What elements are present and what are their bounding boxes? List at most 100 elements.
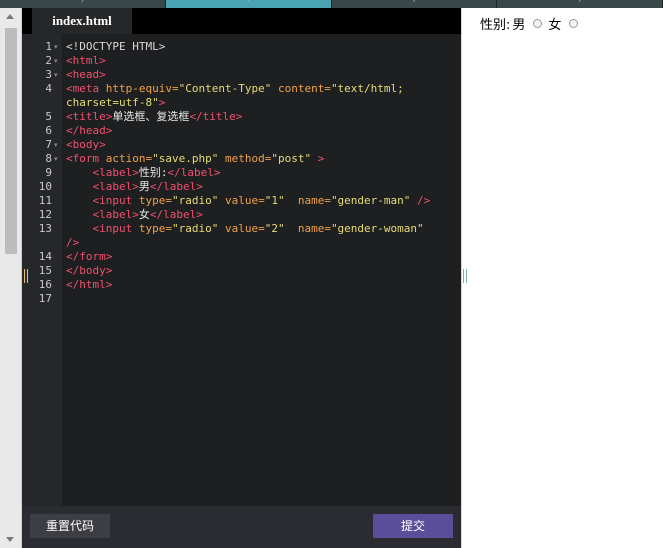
code-token: <input bbox=[92, 194, 139, 207]
code-line: <body> bbox=[66, 138, 106, 152]
code-line: <head> bbox=[66, 68, 106, 82]
code-token: content= bbox=[271, 82, 331, 95]
scroll-down-arrow-icon[interactable] bbox=[6, 537, 14, 542]
chevron-icon: › bbox=[412, 0, 416, 5]
code-token: charset=utf-8" bbox=[66, 96, 159, 109]
fold-arrow-icon[interactable]: ▾ bbox=[54, 152, 58, 166]
code-token: 男 bbox=[138, 180, 150, 193]
code-line: </head> bbox=[66, 124, 112, 138]
code-token: "gender-man" bbox=[330, 194, 411, 207]
code-token: <label> bbox=[92, 180, 139, 193]
top-tab-4[interactable]: › bbox=[497, 0, 663, 8]
code-line: <input type="radio" value="1" name="gend… bbox=[66, 194, 431, 208]
female-label: 女 bbox=[548, 17, 562, 33]
resize-handle-icon[interactable] bbox=[463, 269, 467, 283]
submit-button[interactable]: 提交 bbox=[373, 514, 453, 538]
line-number: 2 bbox=[45, 54, 52, 67]
code-token: <body> bbox=[66, 138, 106, 151]
code-line: charset=utf-8"> bbox=[66, 96, 165, 110]
code-token: action= bbox=[105, 152, 153, 165]
line-number: 6 bbox=[45, 124, 52, 137]
line-number: 3 bbox=[45, 68, 52, 81]
code-line: <form action="save.php" method="post" > bbox=[66, 152, 324, 166]
line-number: 9 bbox=[45, 166, 52, 179]
code-token: "2" bbox=[264, 222, 285, 235]
line-number: 7 bbox=[45, 138, 52, 151]
gender-man-radio[interactable] bbox=[533, 18, 543, 28]
code-token: </head> bbox=[66, 124, 113, 137]
code-token: </body> bbox=[66, 264, 113, 277]
top-tab-2[interactable]: › bbox=[165, 0, 332, 8]
code-token: <label> bbox=[92, 208, 139, 221]
code-token: type= bbox=[138, 194, 172, 207]
scrollbar-thumb[interactable] bbox=[5, 28, 17, 254]
code-token: <meta bbox=[66, 82, 106, 95]
code-token: </title> bbox=[189, 110, 243, 123]
top-tab-3[interactable]: › bbox=[331, 0, 498, 8]
scroll-up-arrow-icon[interactable] bbox=[6, 14, 14, 19]
code-line: <input type="radio" value="2" name="gend… bbox=[66, 222, 424, 236]
line-number: 14 bbox=[38, 250, 52, 263]
code-token: <head> bbox=[66, 68, 106, 81]
line-number: 13 bbox=[38, 222, 52, 235]
code-line: <!DOCTYPE HTML> bbox=[66, 40, 165, 54]
code-token: "radio" bbox=[171, 194, 219, 207]
line-number-gutter: 1 ▾ 2 ▾ 3 ▾ 4 5 6 7 ▾ 8 ▾ 9 10 11 12 13 14 15 16 17 bbox=[22, 34, 62, 506]
code-token: value= bbox=[218, 194, 265, 207]
code-token: method= bbox=[218, 152, 272, 165]
fold-arrow-icon[interactable]: ▾ bbox=[54, 138, 58, 152]
code-token: type= bbox=[138, 222, 172, 235]
page-scrollbar[interactable] bbox=[0, 8, 22, 548]
code-token: http-equiv= bbox=[105, 82, 179, 95]
editor-bottom-bar: 重置代码 提交 bbox=[22, 506, 461, 548]
top-tab-1[interactable]: › bbox=[0, 0, 166, 8]
tab-index-html[interactable]: index.html bbox=[32, 8, 132, 34]
code-token: <html> bbox=[66, 54, 106, 67]
code-token: </html> bbox=[66, 278, 113, 291]
code-token: value= bbox=[218, 222, 265, 235]
preview-panel: 性别: 男 女 bbox=[461, 8, 663, 548]
code-line: <label>性别:</label> bbox=[66, 166, 221, 180]
resize-handle-icon[interactable] bbox=[24, 269, 28, 283]
line-number: 4 bbox=[45, 82, 52, 95]
code-line: </body> bbox=[66, 264, 112, 278]
line-number: 17 bbox=[38, 292, 52, 305]
line-number: 12 bbox=[38, 208, 52, 221]
code-token: "gender-woman" bbox=[330, 222, 424, 235]
fold-arrow-icon[interactable]: ▾ bbox=[54, 40, 58, 54]
code-editor-panel: index.html 1 ▾ 2 ▾ 3 ▾ 4 5 6 7 ▾ 8 ▾ 9 10 11 12 13 14 15 16 1… bbox=[22, 8, 461, 548]
code-token: </label> bbox=[149, 208, 203, 221]
code-token: "Content-Type" bbox=[178, 82, 272, 95]
code-token: "1" bbox=[264, 194, 285, 207]
code-token: /> bbox=[410, 194, 431, 207]
fold-arrow-icon[interactable]: ▾ bbox=[54, 54, 58, 68]
chevron-icon: › bbox=[578, 0, 582, 5]
code-token: <input bbox=[92, 222, 139, 235]
code-token: </label> bbox=[149, 180, 203, 193]
code-line: </form> bbox=[66, 250, 112, 264]
reset-code-button[interactable]: 重置代码 bbox=[30, 514, 110, 538]
code-token: "save.php" bbox=[152, 152, 219, 165]
code-token: "radio" bbox=[171, 222, 219, 235]
code-line: </html> bbox=[66, 278, 112, 292]
gender-woman-radio[interactable] bbox=[569, 18, 579, 28]
code-token: </label> bbox=[167, 166, 221, 179]
code-token: </form> bbox=[66, 250, 113, 263]
code-area[interactable]: <!DOCTYPE HTML> <html> <head> <meta http-eq… bbox=[62, 34, 461, 506]
line-number: 5 bbox=[45, 110, 52, 123]
code-token: <!DOCTYPE HTML> bbox=[66, 40, 166, 53]
top-tab-strip: › › › › bbox=[0, 0, 663, 8]
code-token: 单选框、复选框 bbox=[112, 110, 190, 123]
preview-form: 性别: 男 女 bbox=[480, 15, 584, 33]
code-token: "post" bbox=[271, 152, 312, 165]
gender-label: 性别: bbox=[480, 17, 511, 33]
code-token: name= bbox=[284, 194, 331, 207]
code-token: name= bbox=[284, 222, 331, 235]
code-token: 性别: bbox=[138, 166, 168, 179]
editor-tab-bar: index.html bbox=[22, 8, 461, 34]
fold-arrow-icon[interactable]: ▾ bbox=[54, 68, 58, 82]
code-line: <label>女</label> bbox=[66, 208, 203, 222]
